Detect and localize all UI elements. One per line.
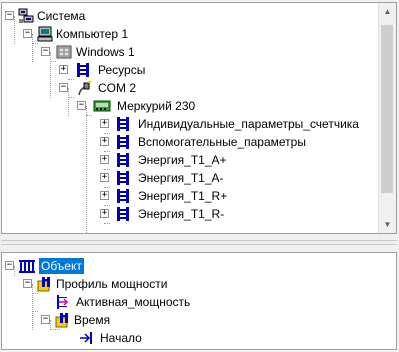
- parameter-ladder-icon: [115, 116, 131, 132]
- tree-node-label-selected: Объект: [39, 258, 84, 274]
- object-bars-icon: [18, 258, 35, 274]
- tree-node-label: Энергия_Т1_R-: [138, 207, 225, 221]
- collapse-toggle[interactable]: −: [23, 279, 32, 288]
- tree-node-label: Компьютер 1: [56, 27, 129, 41]
- folder-group-icon: [55, 312, 71, 328]
- tree-node-label: Система: [37, 9, 86, 23]
- tree-node-label: Windows 1: [76, 45, 135, 59]
- expand-toggle[interactable]: +: [100, 155, 109, 164]
- tree-node-label: Энергия_Т1_R+: [138, 189, 228, 203]
- tree-node-label: Индивидуальные_параметры_счетчика: [138, 117, 359, 131]
- meter-device-icon: [93, 98, 111, 114]
- system-tree: − Система − Компьютер 1 − Windows 1 + Ре…: [2, 3, 379, 233]
- com-port-plug-icon: [76, 80, 92, 96]
- object-tree-pane[interactable]: − Объект − Профиль мощности Активная_мощ…: [1, 252, 397, 350]
- collapse-toggle[interactable]: −: [23, 29, 32, 38]
- expand-toggle[interactable]: +: [100, 173, 109, 182]
- network-computers-icon: [18, 8, 34, 24]
- scroll-down-arrow-icon[interactable]: ▼: [379, 216, 396, 233]
- tree-node-label: Энергия_Т1_А-: [138, 171, 224, 185]
- pane-splitter[interactable]: [0, 236, 399, 248]
- tree-node-label: Ресурсы: [98, 63, 146, 77]
- expand-toggle[interactable]: +: [100, 191, 109, 200]
- expand-toggle[interactable]: +: [59, 65, 68, 74]
- parameter-ladder-icon: [115, 134, 131, 150]
- tree-node-label: Время: [74, 313, 111, 327]
- collapse-toggle[interactable]: −: [5, 11, 14, 20]
- expand-toggle[interactable]: +: [100, 209, 109, 218]
- system-tree-pane[interactable]: − Система − Компьютер 1 − Windows 1 + Ре…: [1, 2, 397, 234]
- parameter-ladder-icon: [115, 152, 131, 168]
- input-arrow-icon: [79, 330, 95, 346]
- parameter-ladder-icon: [115, 170, 131, 186]
- tree-node-label: Активная_мощность: [76, 295, 191, 309]
- tree-node-label: Меркурий 230: [117, 99, 196, 113]
- signal-arrow-icon: [55, 294, 71, 310]
- tree-node-label: Начало: [100, 331, 142, 345]
- object-tree: − Объект − Профиль мощности Активная_мощ…: [2, 253, 396, 349]
- windows-window-icon: [56, 44, 72, 60]
- parameter-ladder-icon: [115, 188, 131, 204]
- collapse-toggle[interactable]: −: [41, 47, 50, 56]
- expand-toggle[interactable]: +: [100, 137, 109, 146]
- tree-node-label: Профиль мощности: [56, 277, 168, 291]
- collapse-toggle[interactable]: −: [41, 315, 50, 324]
- collapse-toggle[interactable]: −: [77, 101, 86, 110]
- tree-node-label: Энергия_Т1_А+: [138, 153, 227, 167]
- collapse-toggle[interactable]: −: [5, 261, 14, 270]
- tree-node-label: Вспомогательные_параметры: [138, 135, 306, 149]
- parameter-ladder-icon: [115, 206, 131, 222]
- expand-toggle[interactable]: +: [100, 119, 109, 128]
- folder-group-icon: [37, 276, 53, 292]
- computer-icon: [37, 26, 53, 42]
- tree-node-label: COM 2: [98, 81, 137, 95]
- scroll-up-arrow-icon[interactable]: ▲: [379, 3, 396, 20]
- vertical-scrollbar[interactable]: ▲ ▼: [378, 3, 396, 233]
- splitter-grip: [1, 240, 397, 245]
- scrollbar-thumb[interactable]: [381, 25, 393, 193]
- collapse-toggle[interactable]: −: [59, 83, 68, 92]
- parameter-ladder-icon: [75, 62, 91, 78]
